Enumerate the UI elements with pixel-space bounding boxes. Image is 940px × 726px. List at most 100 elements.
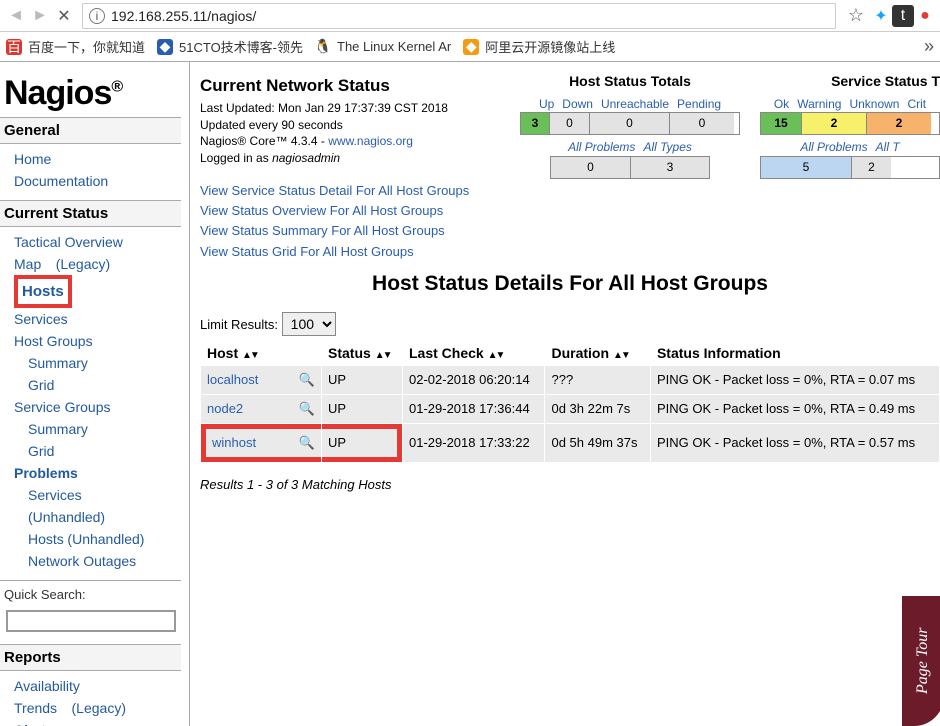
nav-sg-grid[interactable]: Grid xyxy=(28,440,54,462)
nav-hosts[interactable]: Hosts xyxy=(22,280,64,303)
svc-unknown-link[interactable]: Unknown xyxy=(845,96,903,113)
nav-sg-summary[interactable]: Summary xyxy=(28,418,88,440)
nav-forward-icon[interactable]: ► xyxy=(28,4,52,28)
sort-icon[interactable]: ▲▼ xyxy=(613,350,629,361)
svc-critical-link[interactable]: Crit xyxy=(903,96,930,113)
nav-hg-summary[interactable]: Summary xyxy=(28,352,88,374)
nav-prob-hosts-unh[interactable]: (Unhandled) xyxy=(67,528,144,550)
page-tour-tab[interactable]: Page Tour xyxy=(902,596,940,726)
svc-unknown-count: 2 xyxy=(866,113,931,134)
nav-map-legacy[interactable]: (Legacy) xyxy=(56,253,110,275)
bookmarks-bar: 百 百度一下，你就知道 ◆ 51CTO技术博客-领先 🐧 The Linux K… xyxy=(0,32,940,62)
host-detail-icon[interactable]: 🔍 xyxy=(299,435,315,451)
info-cell: PING OK - Packet loss = 0%, RTA = 0.49 m… xyxy=(651,395,939,423)
limit-select[interactable]: 100 xyxy=(282,312,336,336)
nav-host-groups[interactable]: Host Groups xyxy=(14,330,93,352)
col-host[interactable]: Host ▲▼ xyxy=(201,341,321,365)
svc-warning-count: 2 xyxy=(801,113,866,134)
quick-search-input[interactable] xyxy=(6,610,176,632)
logo: Nagios® xyxy=(0,68,181,117)
host-detail-icon[interactable]: 🔍 xyxy=(299,372,315,388)
host-detail-icon[interactable]: 🔍 xyxy=(299,401,315,417)
nav-back-icon[interactable]: ◄ xyxy=(4,4,28,28)
svc-warning-link[interactable]: Warning xyxy=(793,96,845,113)
nav-problems[interactable]: Problems xyxy=(14,462,78,484)
host-cell: node2 🔍 xyxy=(201,395,321,423)
host-link[interactable]: winhost xyxy=(212,435,256,450)
extension-icon-2[interactable]: t xyxy=(892,5,914,27)
extension-icon-3[interactable]: ● xyxy=(914,5,936,27)
extension-icon-1[interactable]: ✦ xyxy=(870,5,892,27)
nav-trends[interactable]: Trends xyxy=(14,697,57,719)
col-duration[interactable]: Duration ▲▼ xyxy=(545,341,649,365)
host-up-link[interactable]: Up xyxy=(535,96,558,113)
nav-prob-hosts[interactable]: Hosts xyxy=(28,528,64,550)
svc-all-problems-link[interactable]: All Problems xyxy=(796,139,871,156)
info-cell: PING OK - Packet loss = 0%, RTA = 0.07 m… xyxy=(651,366,939,394)
view-status-grid[interactable]: View Status Grid For All Host Groups xyxy=(200,242,500,262)
url-text: 192.168.255.11/nagios/ xyxy=(111,8,256,24)
nav-tactical[interactable]: Tactical Overview xyxy=(14,231,123,253)
nav-stop-icon[interactable]: ✕ xyxy=(52,4,76,28)
host-problems-count: 0 xyxy=(551,157,630,178)
nav-trends-legacy[interactable]: (Legacy) xyxy=(72,697,126,719)
svc-ok-count: 15 xyxy=(761,113,801,134)
table-row: localhost 🔍 UP 02-02-2018 06:20:14 ??? P… xyxy=(201,366,939,394)
nav-documentation[interactable]: Documentation xyxy=(14,170,108,192)
duration-cell: ??? xyxy=(545,366,649,394)
svc-types-count: 2 xyxy=(851,157,891,178)
sort-icon[interactable]: ▲▼ xyxy=(242,350,258,361)
bookmark-label: 百度一下，你就知道 xyxy=(28,37,145,56)
section-current-status: Current Status xyxy=(0,200,181,227)
nav-services[interactable]: Services xyxy=(14,308,68,330)
url-bar[interactable]: i 192.168.255.11/nagios/ xyxy=(82,3,836,29)
view-status-overview[interactable]: View Status Overview For All Host Groups xyxy=(200,201,500,221)
svc-ok-link[interactable]: Ok xyxy=(770,96,793,113)
col-info: Status Information xyxy=(651,341,939,365)
host-totals-title: Host Status Totals xyxy=(520,72,740,92)
nav-availability[interactable]: Availability xyxy=(14,675,80,697)
bookmark-item[interactable]: ◆ 阿里云开源镜像站上线 xyxy=(463,37,615,56)
nav-prob-services[interactable]: Services xyxy=(28,484,82,506)
results-text: Results 1 - 3 of 3 Matching Hosts xyxy=(200,477,940,492)
lastcheck-cell: 01-29-2018 17:33:22 xyxy=(403,424,544,462)
bookmark-item[interactable]: ◆ 51CTO技术博客-领先 xyxy=(157,37,303,56)
host-link[interactable]: node2 xyxy=(207,401,243,416)
host-link[interactable]: localhost xyxy=(207,372,258,387)
nav-map[interactable]: Map xyxy=(14,253,41,275)
host-types-count: 3 xyxy=(630,157,709,178)
host-down-link[interactable]: Down xyxy=(558,96,597,113)
nav-home[interactable]: Home xyxy=(14,148,51,170)
svc-all-t-link[interactable]: All T xyxy=(872,139,904,156)
section-general: General xyxy=(0,117,181,144)
nav-hg-grid[interactable]: Grid xyxy=(28,374,54,396)
host-cell: localhost 🔍 xyxy=(201,366,321,394)
site-info-icon[interactable]: i xyxy=(89,8,105,24)
host-all-types-link[interactable]: All Types xyxy=(639,139,695,156)
status-heading: Current Network Status xyxy=(200,74,500,98)
limit-label: Limit Results: xyxy=(200,317,278,332)
bookmark-item[interactable]: 🐧 The Linux Kernel Ar xyxy=(315,39,451,55)
view-service-status-detail[interactable]: View Service Status Detail For All Host … xyxy=(200,181,500,201)
sort-icon[interactable]: ▲▼ xyxy=(488,350,504,361)
nav-prob-services-unh[interactable]: (Unhandled) xyxy=(28,506,105,528)
view-status-summary[interactable]: View Status Summary For All Host Groups xyxy=(200,221,500,241)
nagios-site-link[interactable]: www.nagios.org xyxy=(328,134,413,148)
sort-icon[interactable]: ▲▼ xyxy=(375,350,391,361)
nav-alerts[interactable]: Alerts xyxy=(14,719,54,726)
bookmark-label: 51CTO技术博客-领先 xyxy=(179,37,303,56)
bookmark-item[interactable]: 百 百度一下，你就知道 xyxy=(6,37,145,56)
bookmark-star-icon[interactable]: ☆ xyxy=(848,5,864,26)
host-pending-link[interactable]: Pending xyxy=(673,96,725,113)
host-unreachable-link[interactable]: Unreachable xyxy=(597,96,673,113)
col-lastcheck[interactable]: Last Check ▲▼ xyxy=(403,341,544,365)
nav-outages[interactable]: Network Outages xyxy=(28,550,136,572)
col-status[interactable]: Status ▲▼ xyxy=(322,341,402,365)
host-all-problems-link[interactable]: All Problems xyxy=(564,139,639,156)
nav-service-groups[interactable]: Service Groups xyxy=(14,396,110,418)
table-row: node2 🔍 UP 01-29-2018 17:36:44 0d 3h 22m… xyxy=(201,395,939,423)
browser-toolbar: ◄ ► ✕ i 192.168.255.11/nagios/ ☆ ✦ t ● xyxy=(0,0,940,32)
table-row-highlighted: winhost 🔍 UP 01-29-2018 17:33:22 0d 5h 4… xyxy=(201,424,939,462)
bookmarks-overflow-icon[interactable]: » xyxy=(924,36,934,57)
service-totals-title: Service Status T xyxy=(760,72,940,92)
